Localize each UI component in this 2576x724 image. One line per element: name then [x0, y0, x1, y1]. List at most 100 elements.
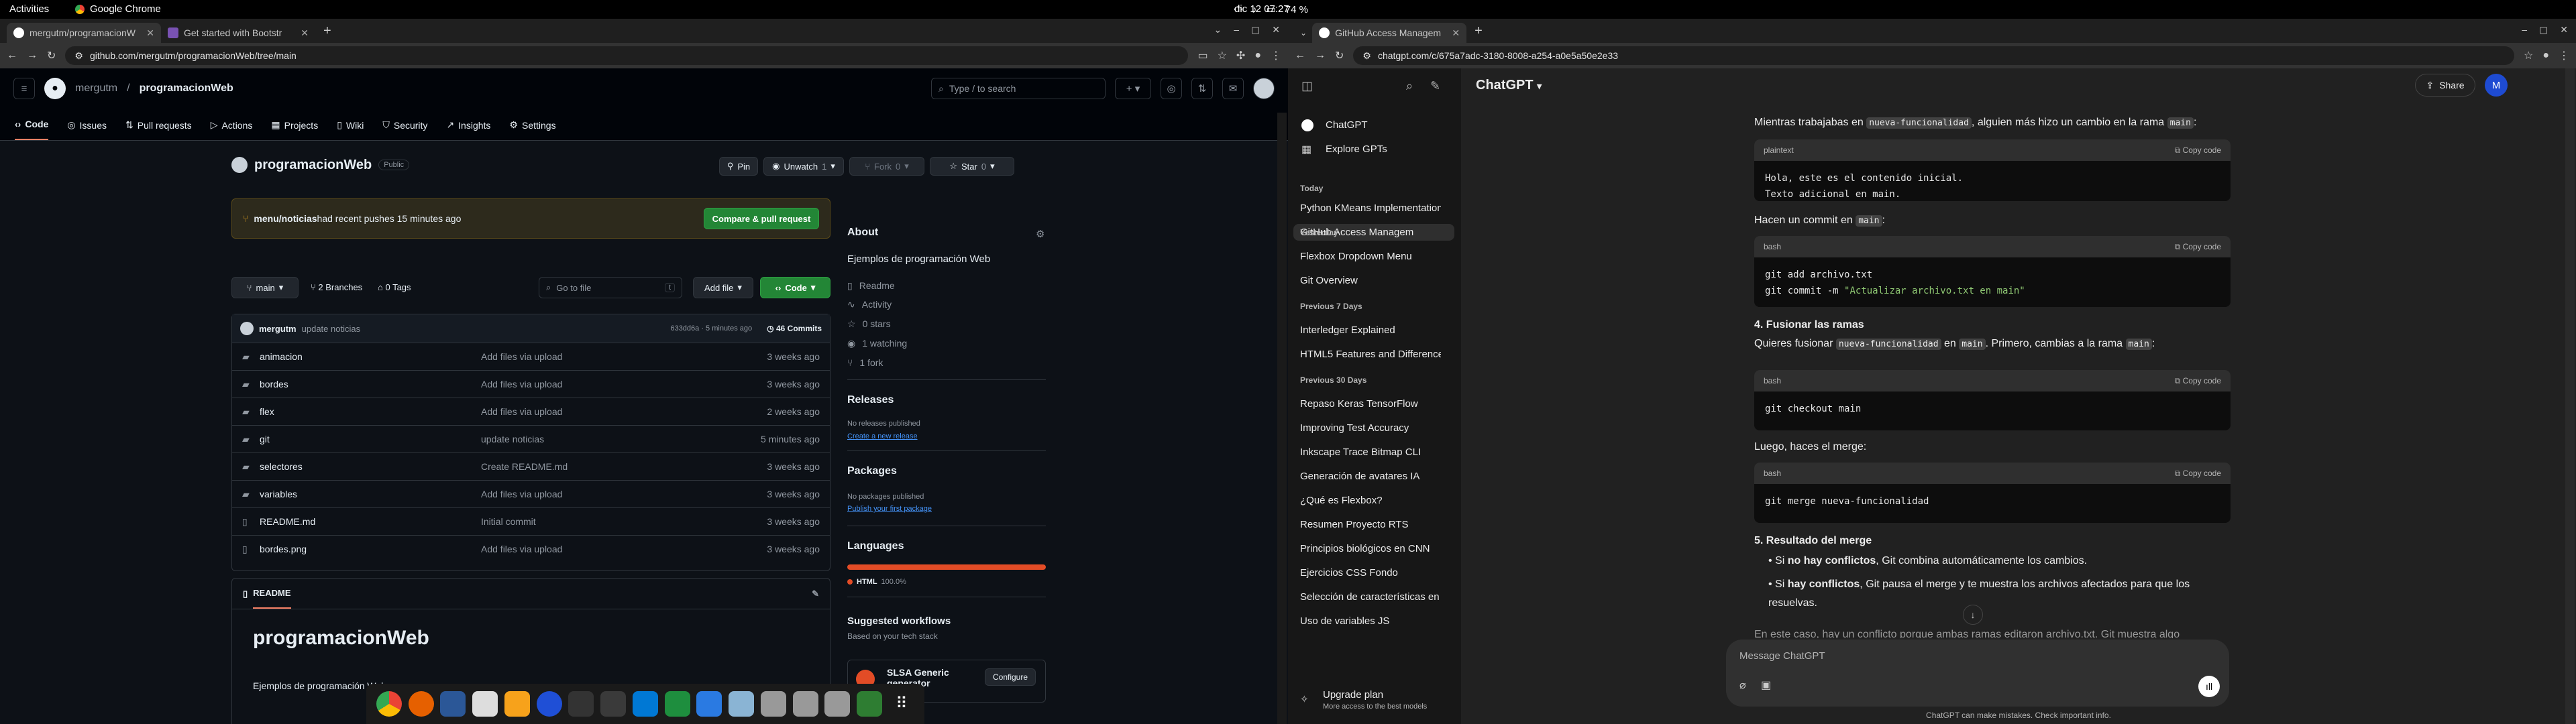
sidebar-toggle-icon[interactable]: ◫	[1301, 79, 1313, 93]
chat-history-item[interactable]: Flexbox Dropdown Menu	[1300, 251, 1441, 262]
tab-actions[interactable]: ▷ Actions	[211, 119, 253, 140]
file-name[interactable]: git	[260, 434, 270, 444]
site-info-icon[interactable]: ⚙	[74, 50, 83, 62]
spreadsheet-icon[interactable]	[664, 691, 690, 717]
cast-icon[interactable]: ▭	[1197, 49, 1208, 62]
tools-icon[interactable]: ▣	[1761, 678, 1771, 692]
file-commit-message[interactable]: Add files via upload	[481, 544, 562, 554]
forward-icon[interactable]: →	[1315, 50, 1326, 62]
vscode-icon[interactable]	[632, 691, 658, 717]
user-avatar[interactable]: M	[2485, 74, 2508, 97]
app-icon[interactable]	[792, 691, 818, 717]
create-new-button[interactable]: + ▾	[1115, 78, 1151, 99]
scrollbar[interactable]	[2565, 68, 2575, 724]
scrollbar[interactable]	[1277, 113, 1287, 724]
writer-icon[interactable]	[696, 691, 722, 717]
bookmark-icon[interactable]: ☆	[2524, 49, 2533, 62]
activities-button[interactable]: Activities	[9, 3, 49, 15]
edit-pencil-icon[interactable]: ✎	[812, 589, 819, 599]
file-commit-message[interactable]: update noticias	[481, 434, 544, 444]
table-row[interactable]: ▰ git update noticias 5 minutes ago	[231, 425, 830, 452]
file-name[interactable]: flex	[260, 406, 274, 417]
tab-security[interactable]: ⛉ Security	[382, 119, 427, 140]
tab-github[interactable]: mergutm/programacionW ✕	[7, 23, 161, 43]
file-name[interactable]: variables	[260, 489, 297, 499]
share-button[interactable]: ⇪ Share	[2415, 74, 2475, 97]
fork-button[interactable]: ⑂ Fork 0 ▾	[849, 157, 924, 176]
chat-history-item[interactable]: Inkscape Trace Bitmap CLI	[1300, 446, 1441, 458]
banner-branch[interactable]: menu/noticias	[254, 213, 317, 224]
recycle-icon[interactable]	[857, 691, 883, 717]
tab-wiki[interactable]: ▯ Wiki	[337, 119, 364, 140]
chrome-icon[interactable]	[376, 691, 402, 717]
minimize-icon[interactable]: –	[2522, 24, 2527, 36]
copy-code-button[interactable]: ⧉ Copy code	[2175, 469, 2221, 479]
address-bar[interactable]: ⚙ chatgpt.com/c/675a7adc-3180-8008-a254-a…	[1353, 46, 2514, 65]
terminal-icon[interactable]	[600, 691, 627, 717]
menu-icon[interactable]: ⋮	[1271, 49, 1281, 62]
readme-link[interactable]: ▯ Readme	[847, 280, 895, 292]
file-commit-message[interactable]: Initial commit	[481, 516, 536, 527]
model-selector[interactable]: ChatGPT ▾	[1476, 78, 1542, 93]
chat-history-item[interactable]: Generación de avatares IA	[1300, 471, 1441, 482]
close-tab-icon[interactable]: ✕	[1452, 27, 1460, 39]
commits-link[interactable]: ◷ 46 Commits	[767, 324, 822, 333]
tags-link[interactable]: ⌂ 0 Tags	[378, 282, 411, 292]
minimize-icon[interactable]: –	[1234, 24, 1239, 36]
readme-tab[interactable]: README	[253, 579, 291, 609]
system-tray[interactable]: ◠ ♪ ▭ 74 %	[1234, 3, 1308, 16]
create-release-link[interactable]: Create a new release	[847, 432, 918, 440]
table-row[interactable]: ▰ flex Add files via upload 2 weeks ago	[231, 398, 830, 425]
tab-search-icon[interactable]: ⌄	[1214, 24, 1222, 36]
close-tab-icon[interactable]: ✕	[146, 27, 154, 39]
branch-select[interactable]: ⑂ main ▾	[231, 277, 299, 298]
star-button[interactable]: ☆ Star 0 ▾	[930, 157, 1014, 176]
profile-icon[interactable]: ●	[2542, 50, 2549, 62]
inbox-icon[interactable]: ✉	[1222, 78, 1244, 99]
app-menu[interactable]: Google Chrome	[75, 3, 161, 15]
about-settings-gear-icon[interactable]: ⚙	[1036, 228, 1044, 240]
scroll-down-icon[interactable]: ↓	[1963, 605, 1983, 625]
site-info-icon[interactable]: ⚙	[1362, 50, 1371, 62]
address-bar[interactable]: ⚙ github.com/mergutm/programacionWeb/tree…	[65, 46, 1189, 65]
menu-icon[interactable]: ⋮	[2559, 49, 2569, 62]
back-icon[interactable]: ←	[7, 50, 17, 62]
releases-title[interactable]: Releases	[847, 394, 894, 406]
maximize-icon[interactable]: ▢	[2539, 24, 2548, 36]
chat-history-item[interactable]: Improving Test Accuracy	[1300, 422, 1441, 434]
file-commit-message[interactable]: Add files via upload	[481, 406, 562, 417]
reload-icon[interactable]: ↻	[47, 49, 56, 62]
table-row[interactable]: ▰ bordes Add files via upload 3 weeks ago	[231, 370, 830, 398]
sidebar-item-chatgpt[interactable]: ChatGPT	[1326, 119, 1466, 131]
copy-code-button[interactable]: ⧉ Copy code	[2175, 242, 2221, 252]
tab-projects[interactable]: ▦ Projects	[271, 119, 318, 140]
repo-owner[interactable]: mergutm	[75, 82, 117, 95]
chat-history-item[interactable]: Ejercicios CSS Fondo	[1300, 567, 1441, 579]
attach-icon[interactable]: ⌀	[1739, 678, 1746, 692]
hamburger-icon[interactable]: ≡	[13, 78, 35, 99]
activity-link[interactable]: ∿ Activity	[847, 299, 892, 310]
commit-meta[interactable]: 633dd6a · 5 minutes ago	[670, 324, 752, 333]
table-row[interactable]: ▰ animacion Add files via upload 3 weeks ag…	[231, 343, 830, 370]
language-html[interactable]: HTML 100.0%	[847, 578, 906, 586]
table-row[interactable]: ▯ README.md Initial commit 3 weeks ago	[231, 507, 830, 535]
chat-history-item[interactable]: Selección de características en	[1300, 591, 1441, 603]
chat-history-item[interactable]: Uso de variables JS	[1300, 615, 1441, 627]
tab-issues[interactable]: ◎ Issues	[67, 119, 107, 140]
tab-insights[interactable]: ↗ Insights	[446, 119, 490, 140]
tab-search-icon[interactable]: ⌄	[1295, 28, 1312, 43]
tab-bootstrap[interactable]: Get started with Bootstr ✕	[161, 23, 315, 43]
issues-icon[interactable]: ◎	[1161, 78, 1182, 99]
file-name[interactable]: README.md	[260, 516, 315, 527]
close-window-icon[interactable]: ✕	[1272, 24, 1280, 36]
document-icon[interactable]	[472, 691, 498, 717]
file-name[interactable]: selectores	[260, 461, 303, 472]
zoom-icon[interactable]	[536, 691, 562, 717]
avatar[interactable]	[1253, 78, 1275, 99]
new-tab-icon[interactable]: +	[315, 23, 339, 43]
file-commit-message[interactable]: Create README.md	[481, 461, 568, 472]
chat-history-item[interactable]: HTML5 Features and Difference	[1300, 349, 1441, 360]
github-logo-icon[interactable]: ●	[44, 78, 66, 99]
app-icon[interactable]	[760, 691, 786, 717]
go-to-file-input[interactable]: ⌕ Go to file t	[539, 277, 682, 298]
